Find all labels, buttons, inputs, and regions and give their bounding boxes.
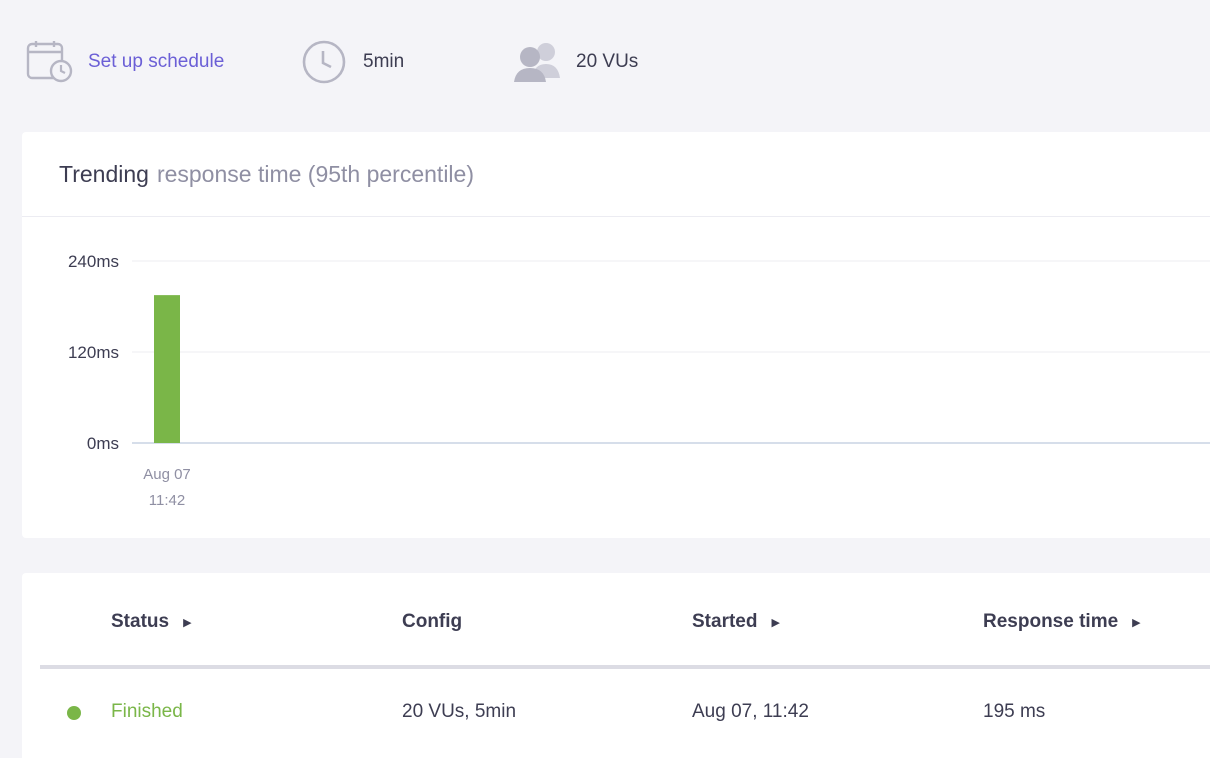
status-dot-icon (67, 706, 81, 720)
response-time-column-header[interactable]: Response time ▶ (983, 611, 1141, 633)
y-tick-label: 120ms (68, 343, 119, 362)
duration-value: 5min (363, 51, 405, 72)
response-time-header-label: Response time (983, 611, 1119, 632)
test-info-bar: Set up schedule 5min 20 VUs (0, 0, 1210, 124)
row-status: Finished (111, 701, 183, 722)
x-tick-label: 11:42 (149, 492, 185, 509)
status-column-header[interactable]: Status ▶ (111, 611, 192, 633)
set-up-schedule-link[interactable]: Set up schedule (88, 51, 224, 73)
row-started: Aug 07, 11:42 (692, 701, 809, 722)
clock-icon (301, 39, 347, 85)
chart-title-rest: response time (95th percentile) (156, 160, 474, 187)
y-tick-label: 0ms (87, 434, 119, 453)
vus-item: 20 VUs (512, 40, 638, 84)
schedule-item[interactable]: Set up schedule (26, 40, 224, 84)
chart-title: Trending response time (95th percentile) (22, 132, 1210, 217)
started-header-label: Started (692, 611, 758, 632)
calendar-clock-icon (26, 40, 74, 84)
bar (154, 295, 180, 443)
x-tick-label: Aug 07 (143, 466, 191, 483)
config-column-header: Config (402, 611, 462, 633)
trend-chart-card: Trending response time (95th percentile)… (22, 132, 1210, 538)
caret-right-icon: ▶ (771, 616, 780, 629)
y-tick-label: 240ms (68, 252, 119, 271)
chart-plot-area: 0ms 120ms 240ms Aug 07 11:42 (22, 217, 1210, 538)
chart-title-strong: Trending (59, 160, 149, 187)
users-icon (512, 40, 564, 84)
status-header-label: Status (111, 611, 170, 632)
vus-value: 20 VUs (576, 51, 639, 72)
config-header-label: Config (402, 611, 463, 632)
row-config: 20 VUs, 5min (402, 701, 517, 722)
table-header-divider (40, 665, 1210, 669)
row-response-time: 195 ms (983, 701, 1046, 722)
caret-right-icon: ▶ (1132, 616, 1141, 629)
started-column-header[interactable]: Started ▶ (692, 611, 780, 633)
runs-table: Status ▶ Config Started ▶ Response time … (22, 573, 1210, 758)
duration-item: 5min (301, 40, 404, 84)
caret-right-icon: ▶ (183, 616, 192, 629)
response-time-chart: 0ms 120ms 240ms Aug 07 11:42 (68, 252, 1210, 509)
